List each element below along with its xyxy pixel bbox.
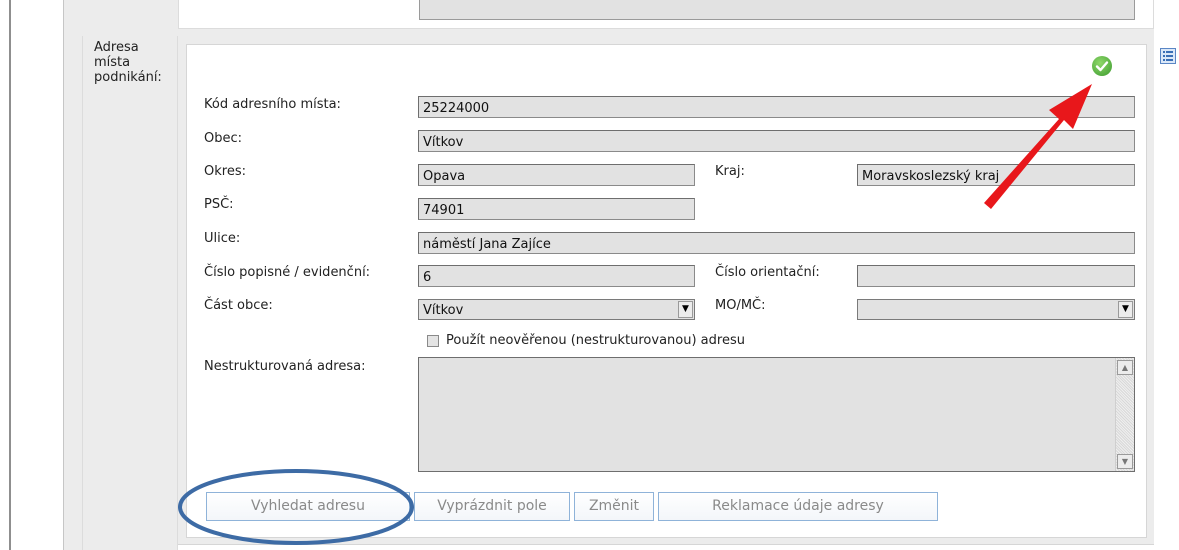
psc-field[interactable]: 74901 [418,198,695,220]
section-label: Adresa místa podnikání: [94,40,162,85]
reklamace-button[interactable]: Reklamace údaje adresy [658,492,938,521]
kraj-field[interactable]: Moravskoslezský kraj [857,164,1135,186]
cast-obce-label: Část obce: [204,298,273,313]
previous-field [419,0,1135,20]
unverified-address-checkbox[interactable] [427,335,439,347]
zmenit-button[interactable]: Změnit [574,492,654,521]
nestrukturovana-textarea[interactable]: ▲ ▼ [418,357,1135,472]
textarea-scrollbar[interactable]: ▲ ▼ [1115,358,1134,471]
mo-mc-select[interactable]: ▼ [857,299,1135,320]
scroll-down-icon[interactable]: ▼ [1117,454,1133,469]
psc-label: PSČ: [204,197,234,212]
kod-field[interactable]: 25224000 [418,96,1135,118]
chevron-down-icon[interactable]: ▼ [678,301,693,318]
nestrukturovana-label: Nestrukturovaná adresa: [204,359,366,374]
ulice-label: Ulice: [204,231,241,246]
unverified-address-label: Použít neověřenou (nestrukturovanou) adr… [446,333,745,348]
chevron-down-icon[interactable]: ▼ [1118,301,1133,318]
check-circle-icon [1092,56,1112,76]
obec-field[interactable]: Vítkov [418,130,1135,152]
cislo-orientacni-field[interactable] [857,265,1135,287]
ulice-field[interactable]: náměstí Jana Zajíce [418,232,1135,254]
okres-label: Okres: [204,164,246,179]
cast-obce-value: Vítkov [423,303,464,318]
cast-obce-select[interactable]: Vítkov ▼ [418,299,695,320]
left-border-line [9,0,11,550]
list-icon[interactable] [1160,48,1176,64]
okres-field[interactable]: Opava [418,164,695,186]
section-bottom [178,544,1154,550]
scroll-up-icon[interactable]: ▲ [1117,360,1133,375]
previous-section [178,0,1154,29]
kod-label: Kód adresního místa: [204,97,341,112]
vyhledat-adresu-button[interactable]: Vyhledat adresu [206,492,410,521]
obec-label: Obec: [204,131,243,146]
cislo-popisne-field[interactable]: 6 [418,265,695,287]
mo-mc-label: MO/MČ: [715,298,766,313]
kraj-label: Kraj: [715,164,745,179]
cislo-orientacni-label: Číslo orientační: [715,265,820,280]
cislo-popisne-label: Číslo popisné / evidenční: [204,265,371,280]
section-label-column [82,36,178,550]
vyprazdnit-pole-button[interactable]: Vyprázdnit pole [414,492,570,521]
